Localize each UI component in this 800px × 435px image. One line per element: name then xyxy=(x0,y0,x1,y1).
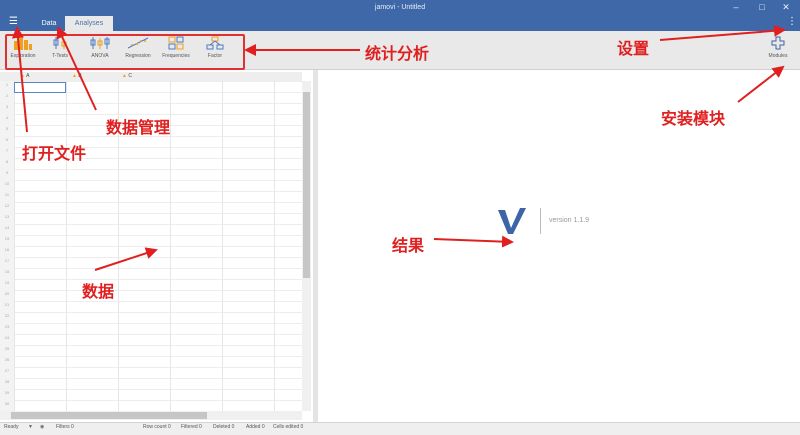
arrow-data-management xyxy=(56,26,97,111)
arrow-modules xyxy=(737,65,785,103)
annotation-arrows xyxy=(11,24,786,271)
arrow-data xyxy=(94,247,158,271)
annotation-settings: 设置 xyxy=(617,39,650,58)
arrow-open-file xyxy=(11,26,28,133)
annotation-open-file: 打开文件 xyxy=(22,144,87,163)
annotation-results: 结果 xyxy=(392,236,425,255)
annotation-data: 数据 xyxy=(82,282,115,301)
arrow-settings xyxy=(659,24,786,41)
annotation-install-modules: 安装模块 xyxy=(661,109,726,128)
arrow-results xyxy=(433,235,514,248)
annotation-data-management: 数据管理 xyxy=(106,118,171,137)
annotation-analysis: 统计分析 xyxy=(365,44,430,63)
